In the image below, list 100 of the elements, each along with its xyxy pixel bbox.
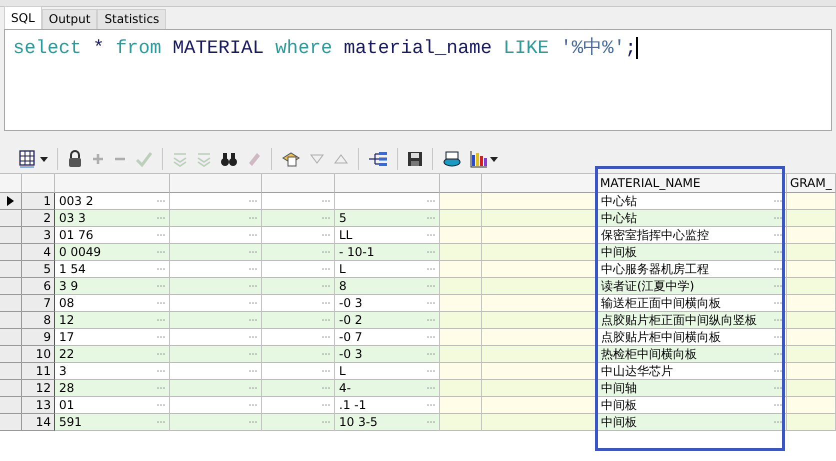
ellipsis-icon[interactable]: [773, 386, 783, 390]
ellipsis-icon[interactable]: [156, 199, 166, 203]
ellipsis-icon[interactable]: [248, 267, 258, 271]
cell-text: 01: [58, 397, 74, 413]
caret-icon[interactable]: [490, 156, 498, 162]
cell-text: .1 -1: [338, 397, 366, 413]
ellipsis-icon[interactable]: [773, 318, 783, 322]
cell-text: 热检柜中间横向板: [600, 346, 697, 362]
ellipsis-icon[interactable]: [248, 301, 258, 305]
ellipsis-icon[interactable]: [426, 267, 436, 271]
lock-icon[interactable]: [67, 150, 83, 168]
ellipsis-icon[interactable]: [248, 199, 258, 203]
ellipsis-icon[interactable]: [321, 233, 331, 237]
binoculars-icon[interactable]: [220, 151, 238, 167]
column-header[interactable]: [440, 174, 482, 193]
cell-text: L: [338, 363, 346, 379]
chart-icon[interactable]: [470, 150, 488, 168]
cell-text: 中心钻: [600, 193, 637, 209]
tab[interactable]: SQL: [4, 6, 42, 29]
cell-text: 1 54: [58, 261, 86, 277]
cell-text: 591: [58, 414, 82, 430]
cell-text: 中间板: [600, 244, 637, 260]
column-header[interactable]: [335, 174, 440, 193]
ellipsis-icon[interactable]: [426, 335, 436, 339]
column-header[interactable]: [262, 174, 335, 193]
row-number: 9: [22, 329, 55, 346]
ellipsis-icon[interactable]: [156, 335, 166, 339]
cell-text: - 10-1: [338, 244, 374, 260]
ellipsis-icon[interactable]: [773, 352, 783, 356]
ellipsis-icon[interactable]: [321, 199, 331, 203]
tab[interactable]: Output: [42, 9, 98, 29]
cell-text: 01 76: [58, 227, 94, 243]
code-token: LIKE: [503, 37, 549, 59]
row-number: 6: [22, 278, 55, 295]
ellipsis-icon[interactable]: [321, 301, 331, 305]
ellipsis-icon[interactable]: [156, 369, 166, 373]
caret-icon[interactable]: [40, 156, 48, 162]
sql-editor[interactable]: select * from MATERIAL where material_name LIKE '%中%';: [4, 29, 832, 131]
code-token: '%中%': [560, 37, 625, 59]
ellipsis-icon[interactable]: [773, 420, 783, 424]
ellipsis-icon[interactable]: [248, 335, 258, 339]
ellipsis-icon[interactable]: [426, 233, 436, 237]
code-token: MATERIAL: [172, 37, 264, 59]
column-header[interactable]: [482, 174, 597, 193]
cell-text: 中间板: [600, 414, 637, 430]
ellipsis-icon[interactable]: [773, 250, 783, 254]
tab[interactable]: Statistics: [97, 9, 166, 29]
cell-text: 08: [58, 295, 74, 311]
cell-text: L: [338, 261, 346, 277]
document-icon[interactable]: [281, 150, 301, 168]
cell-text: -0 3: [338, 295, 362, 311]
cell-text: 读者证(江夏中学): [600, 278, 694, 294]
ellipsis-icon[interactable]: [426, 369, 436, 373]
ellipsis-icon[interactable]: [773, 301, 783, 305]
cell-text: 22: [58, 346, 74, 362]
ellipsis-icon[interactable]: [156, 301, 166, 305]
cell-text: 点胶贴片柜正面中间纵向竖板: [600, 312, 757, 328]
ellipsis-icon[interactable]: [321, 335, 331, 339]
cell-text: 点胶贴片柜中间横向板: [600, 329, 721, 345]
column-header[interactable]: [170, 174, 262, 193]
ellipsis-icon[interactable]: [773, 284, 783, 288]
tree-icon[interactable]: [368, 151, 388, 167]
cell-text: 12: [58, 312, 74, 328]
ellipsis-icon[interactable]: [321, 267, 331, 271]
ellipsis-icon[interactable]: [773, 369, 783, 373]
row-number: 12: [22, 380, 55, 397]
cell-text: -0 2: [338, 312, 362, 328]
cell-text: 中心服务器机房工程: [600, 261, 709, 277]
ellipsis-icon[interactable]: [248, 403, 258, 407]
ellipsis-icon[interactable]: [426, 199, 436, 203]
column-header[interactable]: GRAM_: [787, 174, 836, 193]
ellipsis-icon[interactable]: [248, 233, 258, 237]
ellipsis-icon[interactable]: [773, 199, 783, 203]
row-number: 5: [22, 261, 55, 278]
ellipsis-icon[interactable]: [773, 216, 783, 220]
ellipsis-icon[interactable]: [426, 301, 436, 305]
ellipsis-icon[interactable]: [426, 403, 436, 407]
cell-text: 3: [58, 363, 67, 379]
row-number: 1: [22, 193, 55, 210]
column-header[interactable]: [55, 174, 170, 193]
cell-text: 3 9: [58, 278, 78, 294]
code-token: *: [92, 37, 104, 59]
ellipsis-icon[interactable]: [773, 403, 783, 407]
ellipsis-icon[interactable]: [156, 233, 166, 237]
column-header[interactable]: MATERIAL_NAME: [597, 174, 787, 193]
cell-text: 4-: [338, 380, 351, 396]
cell-text: 003 2: [58, 193, 94, 209]
cell-text: 17: [58, 329, 74, 345]
row-number: 13: [22, 397, 55, 414]
ellipsis-icon[interactable]: [156, 267, 166, 271]
save-icon[interactable]: [407, 151, 423, 167]
ellipsis-icon[interactable]: [773, 233, 783, 237]
ellipsis-icon[interactable]: [773, 335, 783, 339]
ellipsis-icon[interactable]: [321, 403, 331, 407]
ellipsis-icon[interactable]: [773, 267, 783, 271]
database-icon[interactable]: [442, 150, 462, 168]
ellipsis-icon[interactable]: [248, 369, 258, 373]
ellipsis-icon[interactable]: [156, 403, 166, 407]
ellipsis-icon[interactable]: [321, 369, 331, 373]
row-number: 4: [22, 244, 55, 261]
